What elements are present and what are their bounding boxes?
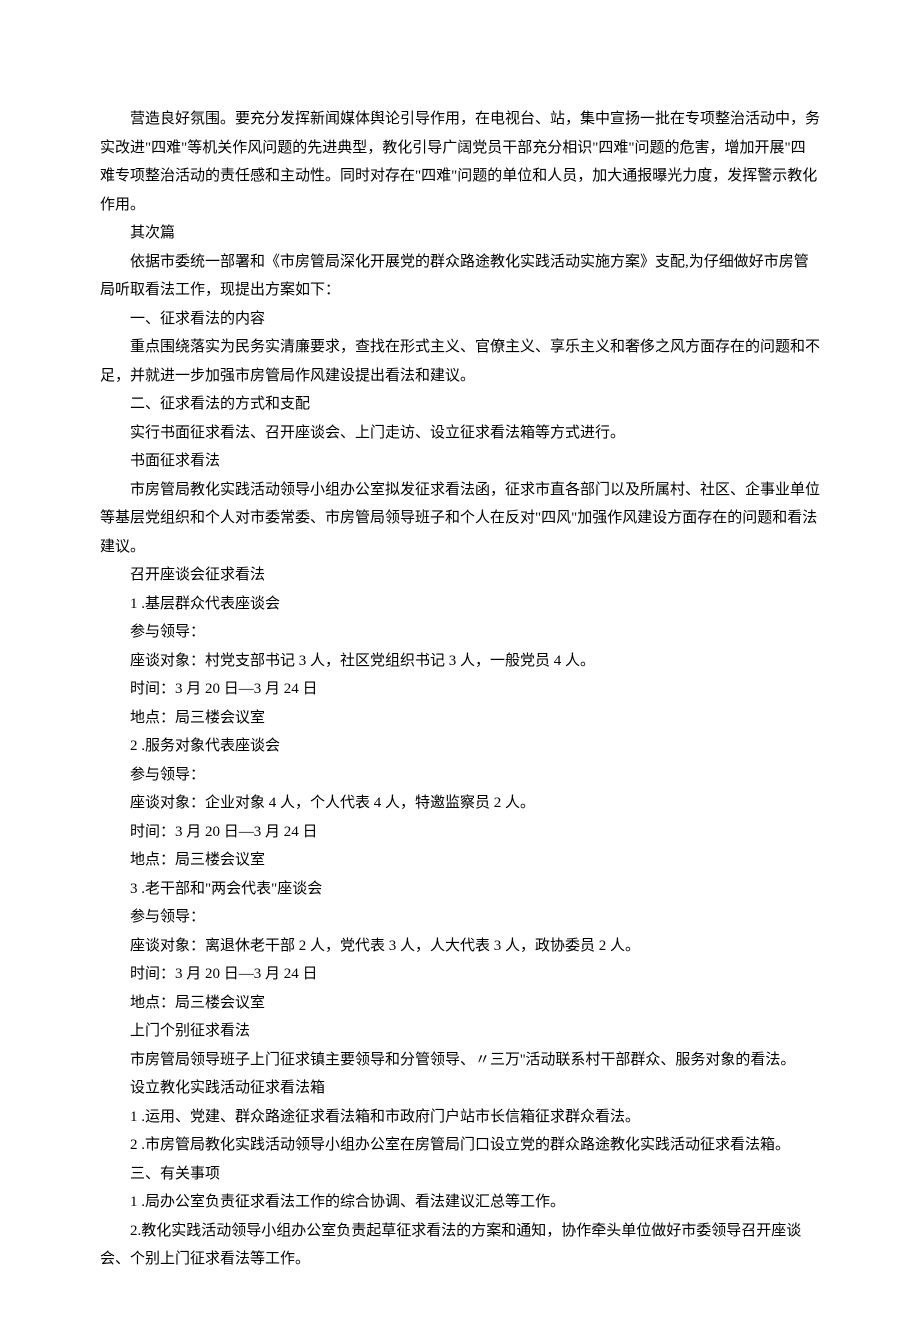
paragraph: 营造良好氛围。要充分发挥新闻媒体舆论引导作用，在电视台、站，集中宣扬一批在专项整… [100, 105, 820, 219]
paragraph: 其次篇 [100, 219, 820, 248]
paragraph: 参与领导： [100, 761, 820, 790]
paragraph: 实行书面征求看法、召开座谈会、上门走访、设立征求看法箱等方式进行。 [100, 419, 820, 448]
list-item: 2.教化实践活动领导小组办公室负责起草征求看法的方案和通知，协作牵头单位做好市委… [100, 1217, 820, 1274]
paragraph: 时间：3 月 20 日—3 月 24 日 [100, 960, 820, 989]
section-heading: 三、有关事项 [100, 1160, 820, 1189]
paragraph: 参与领导： [100, 618, 820, 647]
paragraph: 时间：3 月 20 日—3 月 24 日 [100, 818, 820, 847]
paragraph: 座谈对象：离退休老干部 2 人，党代表 3 人，人大代表 3 人，政协委员 2 … [100, 932, 820, 961]
paragraph: 市房管局领导班子上门征求镇主要领导和分管领导、〃三万''活动联系村干部群众、服务… [100, 1046, 820, 1075]
list-item: 2 .市房管局教化实践活动领导小组办公室在房管局门口设立党的群众路途教化实践活动… [100, 1131, 820, 1160]
list-item: 2 .服务对象代表座谈会 [100, 732, 820, 761]
paragraph: 地点：局三楼会议室 [100, 989, 820, 1018]
paragraph: 书面征求看法 [100, 447, 820, 476]
paragraph: 上门个别征求看法 [100, 1017, 820, 1046]
paragraph: 地点：局三楼会议室 [100, 846, 820, 875]
paragraph: 座谈对象：村党支部书记 3 人，社区党组织书记 3 人，一般党员 4 人。 [100, 647, 820, 676]
list-item: 1 .基层群众代表座谈会 [100, 590, 820, 619]
list-item: 1 .运用、党建、群众路途征求看法箱和市政府门户站市长信箱征求群众看法。 [100, 1103, 820, 1132]
paragraph: 召开座谈会征求看法 [100, 561, 820, 590]
section-heading: 一、征求看法的内容 [100, 305, 820, 334]
paragraph: 重点围绕落实为民务实清廉要求，查找在形式主义、官僚主义、享乐主义和奢侈之风方面存… [100, 333, 820, 390]
paragraph: 时间：3 月 20 日—3 月 24 日 [100, 675, 820, 704]
paragraph: 市房管局教化实践活动领导小组办公室拟发征求看法函，征求市直各部门以及所属村、社区… [100, 476, 820, 562]
paragraph: 参与领导： [100, 903, 820, 932]
list-item: 1 .局办公室负责征求看法工作的综合协调、看法建议汇总等工作。 [100, 1188, 820, 1217]
list-item: 3 .老干部和"两会代表"座谈会 [100, 875, 820, 904]
paragraph: 地点：局三楼会议室 [100, 704, 820, 733]
paragraph: 座谈对象：企业对象 4 人，个人代表 4 人，特邀监察员 2 人。 [100, 789, 820, 818]
document-page: 营造良好氛围。要充分发挥新闻媒体舆论引导作用，在电视台、站，集中宣扬一批在专项整… [0, 0, 920, 1334]
paragraph: 设立教化实践活动征求看法箱 [100, 1074, 820, 1103]
paragraph: 依据市委统一部署和《市房管局深化开展党的群众路途教化实践活动实施方案》支配,为仔… [100, 248, 820, 305]
section-heading: 二、征求看法的方式和支配 [100, 390, 820, 419]
